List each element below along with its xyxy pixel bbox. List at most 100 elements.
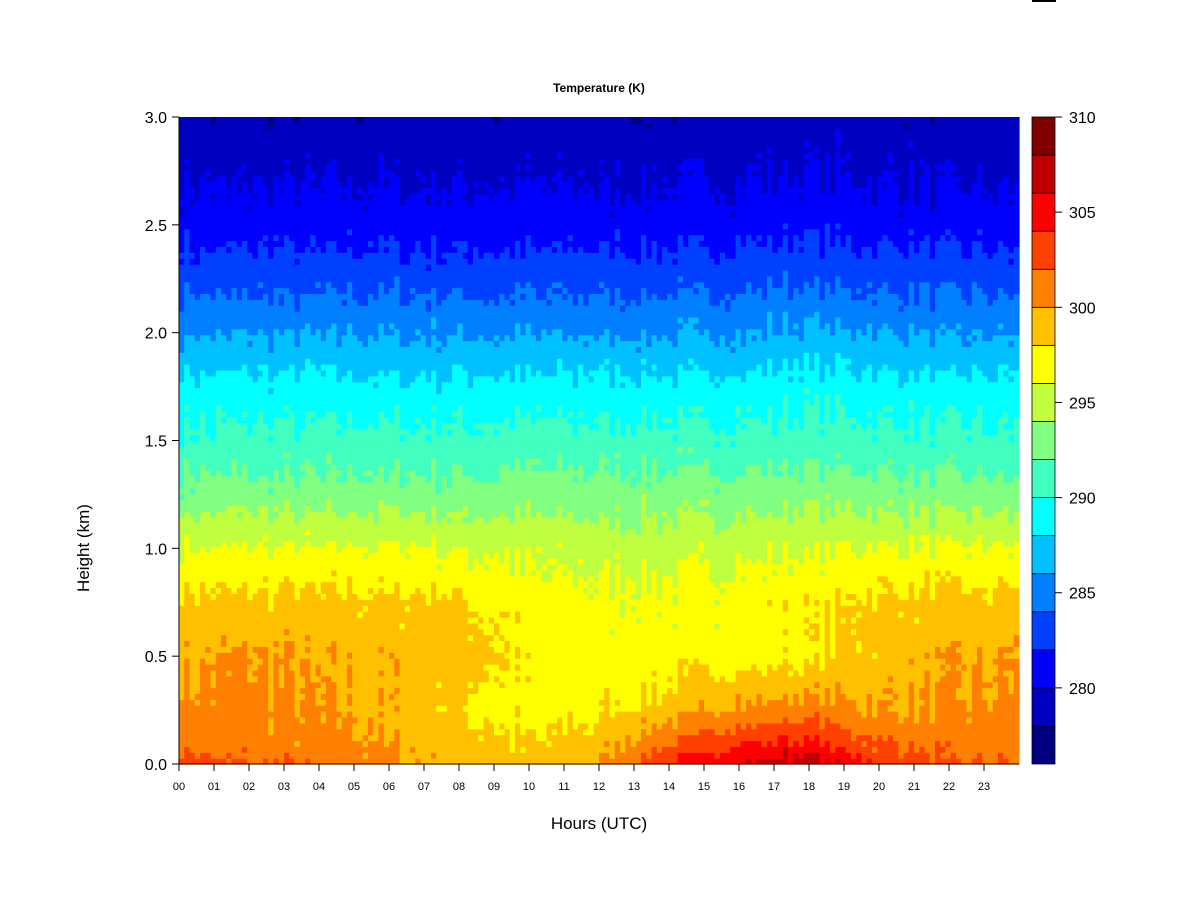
heatmap-cell: [268, 446, 275, 453]
heatmap-cell: [305, 134, 311, 142]
heatmap-cell: [378, 299, 385, 306]
heatmap-cell: [399, 334, 406, 342]
heatmap-cell: [221, 516, 227, 524]
heatmap-cell: [184, 681, 191, 689]
heatmap-cell: [179, 416, 185, 424]
heatmap-cell: [205, 452, 212, 459]
heatmap-cell: [310, 669, 317, 677]
heatmap-cell: [179, 175, 185, 183]
heatmap-cell: [368, 752, 374, 759]
heatmap-cell: [305, 364, 311, 371]
heatmap-cell: [378, 552, 385, 559]
heatmap-cell: [184, 599, 191, 606]
heatmap-cell: [357, 487, 364, 495]
heatmap-cell: [352, 211, 359, 218]
heatmap-cell: [184, 205, 191, 212]
heatmap-cell: [247, 375, 254, 383]
heatmap-cell: [336, 299, 343, 306]
heatmap-cell: [215, 440, 222, 447]
heatmap-cell: [352, 505, 359, 512]
heatmap-cell: [189, 293, 196, 300]
heatmap-cell: [336, 422, 343, 430]
heatmap-cell: [310, 228, 317, 236]
heatmap-cell: [378, 287, 385, 295]
heatmap-cell: [205, 393, 212, 400]
heatmap-cell: [184, 264, 191, 271]
heatmap-cell: [268, 375, 275, 383]
heatmap-cell: [278, 640, 285, 647]
heatmap-cell: [210, 199, 217, 206]
heatmap-cell: [336, 411, 343, 418]
heatmap-cell: [410, 558, 416, 565]
heatmap-cell: [389, 611, 395, 618]
heatmap-cell: [383, 222, 390, 230]
heatmap-cell: [326, 611, 332, 618]
heatmap-cell: [299, 581, 306, 589]
heatmap-cell: [205, 328, 212, 336]
heatmap-cell: [415, 587, 422, 595]
heatmap-cell: [404, 358, 411, 365]
heatmap-cell: [399, 499, 406, 506]
heatmap-cell: [179, 734, 185, 742]
heatmap-cell: [268, 264, 275, 271]
heatmap-cell: [273, 611, 280, 618]
heatmap-cell: [257, 146, 264, 153]
heatmap-cell: [184, 587, 191, 595]
heatmap-cell: [263, 364, 269, 371]
heatmap-cell: [305, 646, 311, 653]
heatmap-cell: [299, 234, 306, 242]
heatmap-cell: [226, 240, 233, 247]
heatmap-cell: [362, 487, 369, 495]
heatmap-cell: [215, 264, 222, 271]
heatmap-cell: [320, 640, 327, 647]
heatmap-cell: [404, 187, 411, 195]
heatmap-cell: [294, 140, 301, 148]
heatmap-cell: [368, 581, 374, 589]
heatmap-cell: [263, 334, 269, 342]
heatmap-cell: [263, 628, 269, 636]
heatmap-cell: [315, 728, 322, 736]
heatmap-cell: [378, 422, 385, 430]
heatmap-cell: [294, 481, 301, 489]
heatmap-cell: [289, 740, 296, 747]
heatmap-cell: [336, 569, 343, 577]
heatmap-cell: [179, 534, 185, 542]
heatmap-cell: [305, 505, 311, 512]
heatmap-cell: [210, 328, 217, 336]
heatmap-cell: [378, 693, 385, 700]
heatmap-cell: [389, 164, 395, 171]
heatmap-cell: [389, 158, 395, 165]
heatmap-cell: [404, 752, 411, 759]
heatmap-cell: [200, 540, 206, 547]
heatmap-cell: [221, 587, 227, 595]
heatmap-cell: [305, 375, 311, 383]
heatmap-cell: [221, 511, 227, 518]
heatmap-cell: [305, 752, 311, 759]
heatmap-cell: [268, 734, 275, 742]
heatmap-cell: [284, 464, 290, 471]
heatmap-cell: [284, 228, 290, 236]
heatmap-cell: [378, 181, 385, 189]
heatmap-cell: [320, 464, 327, 471]
heatmap-cell: [362, 452, 369, 459]
heatmap-cell: [236, 358, 243, 365]
heatmap-cell: [252, 687, 259, 695]
heatmap-cell: [373, 299, 380, 306]
heatmap-cell: [221, 711, 227, 718]
heatmap-cell: [315, 599, 322, 606]
heatmap-cell: [273, 481, 280, 489]
heatmap-cell: [410, 646, 416, 653]
heatmap-cell: [383, 416, 390, 424]
heatmap-cell: [284, 581, 290, 589]
heatmap-cell: [415, 622, 422, 630]
heatmap-cell: [310, 216, 317, 224]
heatmap-cell: [368, 652, 374, 659]
heatmap-cell: [257, 740, 264, 747]
heatmap-cell: [247, 387, 254, 395]
heatmap-cell: [389, 475, 395, 483]
heatmap-cell: [368, 416, 374, 424]
heatmap-cell: [221, 164, 227, 171]
heatmap-cell: [310, 334, 317, 342]
heatmap-cell: [194, 358, 201, 365]
heatmap-cell: [352, 234, 359, 242]
